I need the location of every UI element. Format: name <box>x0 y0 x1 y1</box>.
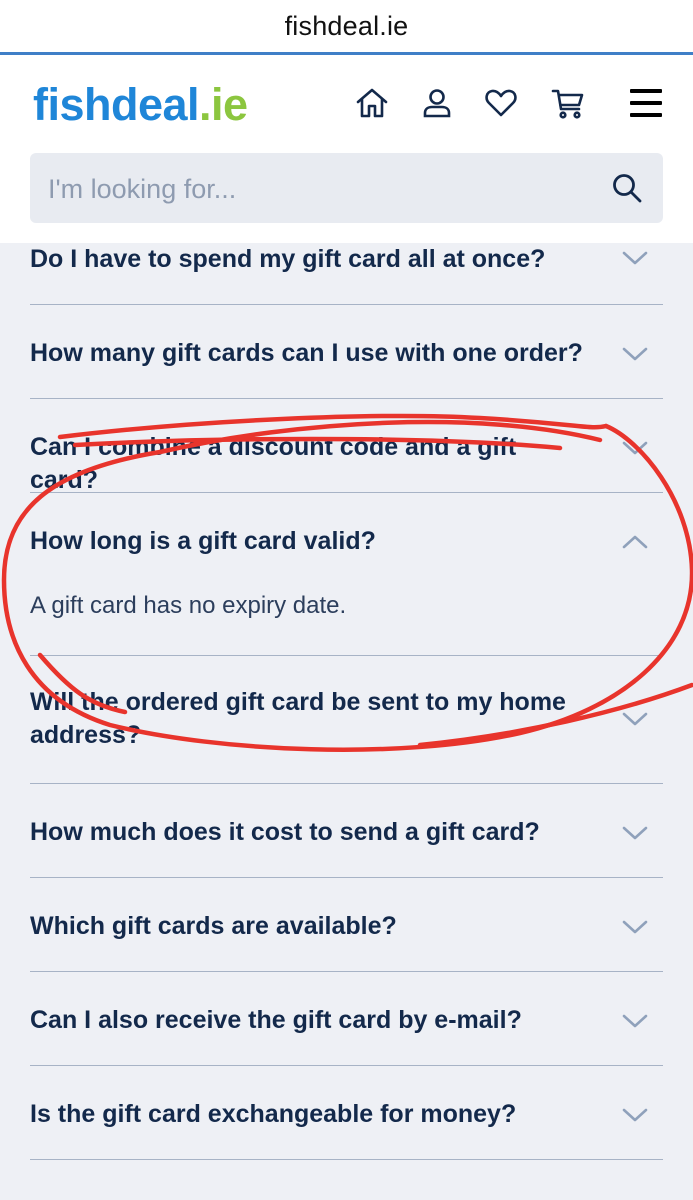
wishlist-heart-icon[interactable] <box>481 83 521 123</box>
faq-question: Do I have to spend my gift card all at o… <box>30 245 546 273</box>
faq-item[interactable]: Which gift cards are available? <box>30 878 663 972</box>
faq-question: How long is a gift card valid? <box>30 527 376 555</box>
logo-main-text: fishdeal <box>33 79 200 130</box>
chevron-down-icon[interactable] <box>621 1012 649 1030</box>
home-icon[interactable] <box>352 83 392 123</box>
chevron-up-icon[interactable] <box>621 533 649 551</box>
faq-question: How much does it cost to send a gift car… <box>30 818 540 846</box>
faq-item[interactable]: Can I combine a discount code and a gift… <box>30 399 663 494</box>
chevron-down-icon[interactable] <box>621 918 649 936</box>
faq-question: How many gift cards can I use with one o… <box>30 339 583 367</box>
account-icon[interactable] <box>417 83 457 123</box>
url-text: fishdeal.ie <box>284 10 409 41</box>
faq-question: Is the gift card exchangeable for money? <box>30 1100 517 1128</box>
chevron-down-icon[interactable] <box>621 439 649 457</box>
search-input[interactable] <box>46 153 590 225</box>
faq-question: Will the ordered gift card be sent to my… <box>30 688 566 749</box>
chevron-down-icon[interactable] <box>621 249 649 267</box>
browser-url-bar[interactable]: fishdeal.ie <box>0 0 693 55</box>
chevron-down-icon[interactable] <box>621 1106 649 1124</box>
cart-icon[interactable] <box>548 83 588 123</box>
search-icon[interactable] <box>609 170 645 206</box>
site-logo[interactable]: fishdeal.ie <box>33 77 248 133</box>
faq-answer: A gift card has no expiry date. <box>30 592 347 619</box>
faq-item[interactable]: Is the gift card exchangeable for money? <box>30 1066 663 1160</box>
chevron-down-icon[interactable] <box>621 710 649 728</box>
faq-item[interactable]: Do I have to spend my gift card all at o… <box>30 243 663 305</box>
faq-item-expanded[interactable]: How long is a gift card valid? A gift ca… <box>30 493 663 656</box>
faq-question: Can I also receive the gift card by e-ma… <box>30 1006 522 1034</box>
faq-question: Which gift cards are available? <box>30 912 397 940</box>
faq-question: Can I combine a discount code and a gift… <box>30 433 517 494</box>
faq-item[interactable]: How much does it cost to send a gift car… <box>30 784 663 878</box>
faq-item[interactable]: How many gift cards can I use with one o… <box>30 305 663 399</box>
faq-item[interactable]: Will the ordered gift card be sent to my… <box>30 656 663 784</box>
menu-hamburger-icon[interactable] <box>626 83 666 123</box>
site-header: fishdeal.ie <box>0 55 693 243</box>
faq-item[interactable]: Can I also receive the gift card by e-ma… <box>30 972 663 1066</box>
chevron-down-icon[interactable] <box>621 824 649 842</box>
logo-tld-text: .ie <box>199 79 248 130</box>
search-bar <box>30 153 663 225</box>
chevron-down-icon[interactable] <box>621 345 649 363</box>
